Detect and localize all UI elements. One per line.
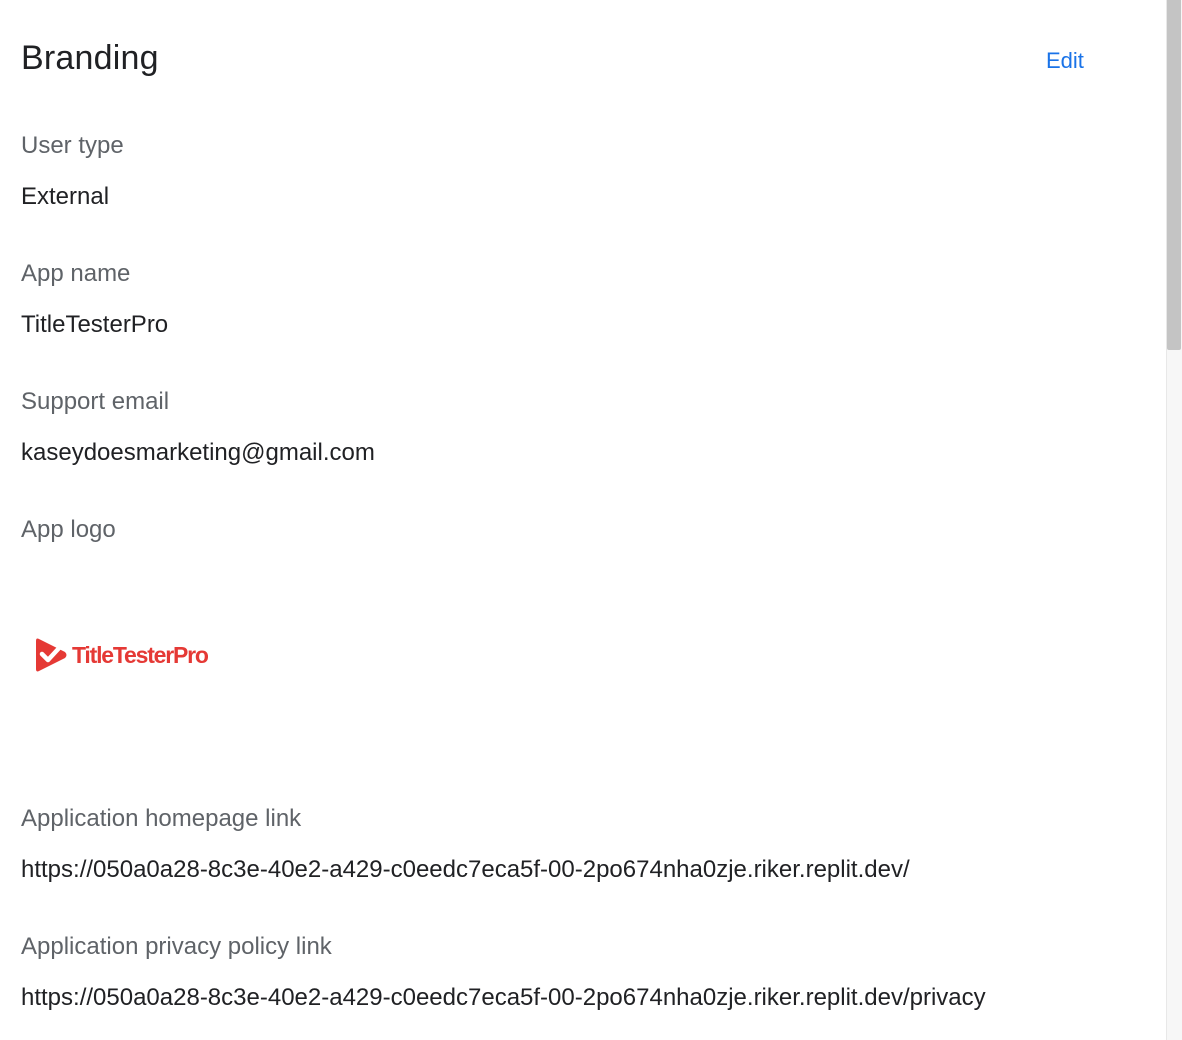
user-type-value: External xyxy=(21,183,110,210)
privacy-link-value: https://050a0a28-8c3e-40e2-a429-c0eedc7e… xyxy=(21,984,986,1011)
edit-button[interactable]: Edit xyxy=(1046,48,1084,74)
support-email-value: kaseydoesmarketing@gmail.com xyxy=(21,439,375,466)
play-check-logo-icon xyxy=(35,635,69,675)
app-name-label: App name xyxy=(21,260,131,287)
support-email-label: Support email xyxy=(21,388,170,415)
app-logo-label: App logo xyxy=(21,516,116,543)
user-type-label: User type xyxy=(21,132,124,159)
logo-wordmark: TitleTesterPro xyxy=(72,641,209,668)
branding-title: Branding xyxy=(21,39,159,77)
homepage-link-label: Application homepage link xyxy=(21,805,302,832)
scrollbar-thumb[interactable] xyxy=(1167,0,1181,350)
privacy-link-label: Application privacy policy link xyxy=(21,933,332,960)
app-name-value: TitleTesterPro xyxy=(21,311,169,338)
app-logo: TitleTesterPro xyxy=(35,634,209,676)
homepage-link-value: https://050a0a28-8c3e-40e2-a429-c0eedc7e… xyxy=(21,856,910,883)
